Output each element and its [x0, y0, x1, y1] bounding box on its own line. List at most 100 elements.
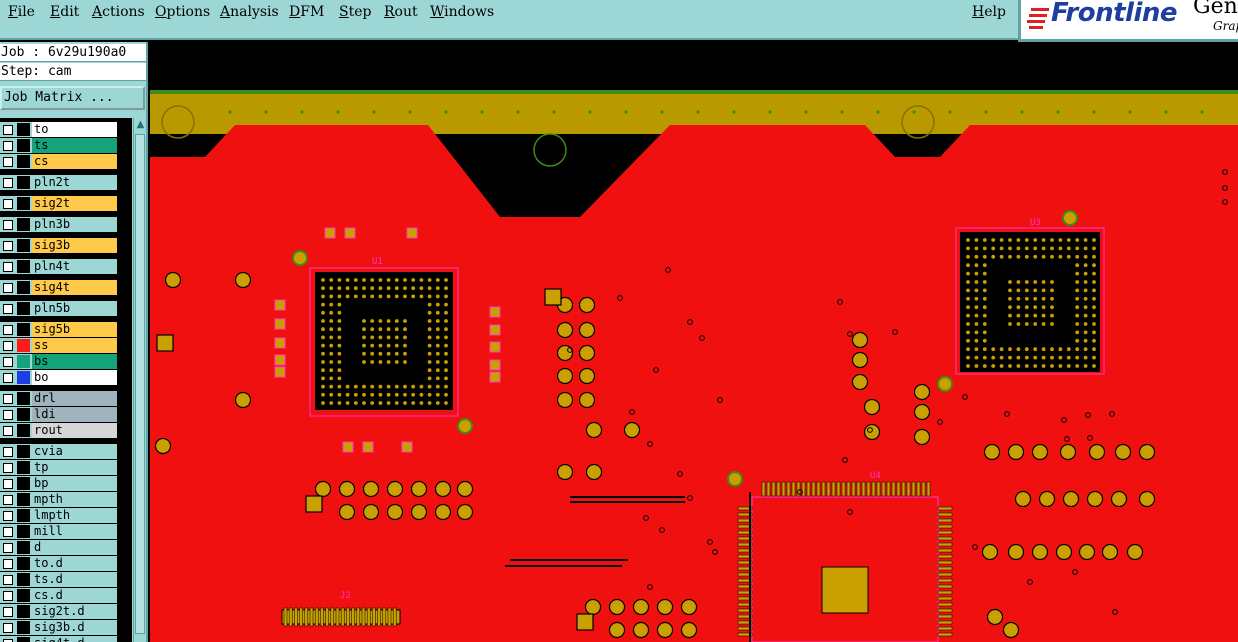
- layer-row[interactable]: sig4t: [0, 280, 117, 295]
- layer-row[interactable]: ldi: [0, 407, 117, 422]
- pcb-board-view[interactable]: U1 U3 U4 J2: [150, 42, 1238, 642]
- menu-edit[interactable]: Edit: [50, 4, 79, 20]
- layer-checkbox[interactable]: [3, 141, 13, 151]
- layer-checkbox[interactable]: [3, 373, 13, 383]
- layer-checkbox[interactable]: [3, 527, 13, 537]
- layer-checkbox[interactable]: [3, 495, 13, 505]
- layer-color-swatch[interactable]: [17, 541, 30, 554]
- layer-checkbox[interactable]: [3, 575, 13, 585]
- job-matrix-button[interactable]: Job Matrix ...: [0, 86, 145, 110]
- layer-name[interactable]: ldi: [32, 407, 117, 422]
- layer-color-swatch[interactable]: [17, 355, 30, 368]
- layer-checkbox[interactable]: [3, 607, 13, 617]
- layer-color-swatch[interactable]: [17, 218, 30, 231]
- layer-color-swatch[interactable]: [17, 461, 30, 474]
- layer-row[interactable]: d: [0, 540, 117, 555]
- layer-row[interactable]: sig3b.d: [0, 620, 117, 635]
- layer-name[interactable]: cs: [32, 154, 117, 169]
- layer-color-swatch[interactable]: [17, 323, 30, 336]
- layer-row[interactable]: pln3b: [0, 217, 117, 232]
- layer-checkbox[interactable]: [3, 410, 13, 420]
- layer-name[interactable]: cvia: [32, 444, 117, 459]
- layer-checkbox[interactable]: [3, 220, 13, 230]
- layer-row[interactable]: cvia: [0, 444, 117, 459]
- layer-name[interactable]: sig2t: [32, 196, 117, 211]
- layer-name[interactable]: mill: [32, 524, 117, 539]
- layer-row[interactable]: sig4t.d: [0, 636, 117, 642]
- layer-checkbox[interactable]: [3, 304, 13, 314]
- layer-checkbox[interactable]: [3, 157, 13, 167]
- layer-row[interactable]: to: [0, 122, 117, 137]
- layer-name[interactable]: to: [32, 122, 117, 137]
- layer-row[interactable]: pln2t: [0, 175, 117, 190]
- layer-color-swatch[interactable]: [17, 139, 30, 152]
- layer-checkbox[interactable]: [3, 262, 13, 272]
- layer-name[interactable]: rout: [32, 423, 117, 438]
- scroll-up-arrow-icon[interactable]: ▲: [134, 118, 147, 132]
- layer-color-swatch[interactable]: [17, 392, 30, 405]
- layer-checkbox[interactable]: [3, 241, 13, 251]
- layer-row[interactable]: to.d: [0, 556, 117, 571]
- layer-color-swatch[interactable]: [17, 637, 30, 642]
- layer-color-swatch[interactable]: [17, 621, 30, 634]
- menu-file[interactable]: File: [8, 4, 35, 20]
- layer-checkbox[interactable]: [3, 341, 13, 351]
- menu-help[interactable]: Help: [972, 4, 1006, 20]
- layer-color-swatch[interactable]: [17, 509, 30, 522]
- layer-color-swatch[interactable]: [17, 281, 30, 294]
- layer-row[interactable]: ts.d: [0, 572, 117, 587]
- layer-color-swatch[interactable]: [17, 573, 30, 586]
- layer-checkbox[interactable]: [3, 591, 13, 601]
- layer-name[interactable]: pln4t: [32, 259, 117, 274]
- layer-name[interactable]: sig5b: [32, 322, 117, 337]
- layer-checkbox[interactable]: [3, 426, 13, 436]
- layer-checkbox[interactable]: [3, 623, 13, 633]
- layer-row[interactable]: tp: [0, 460, 117, 475]
- layer-color-swatch[interactable]: [17, 424, 30, 437]
- bga-u3[interactable]: [960, 232, 1100, 372]
- layer-name[interactable]: sig2t.d: [32, 604, 117, 619]
- layer-name[interactable]: ss: [32, 338, 117, 353]
- menu-windows[interactable]: Windows: [430, 4, 494, 20]
- layer-name[interactable]: sig4t: [32, 280, 117, 295]
- layer-row[interactable]: pln4t: [0, 259, 117, 274]
- layer-color-swatch[interactable]: [17, 525, 30, 538]
- layer-color-swatch[interactable]: [17, 408, 30, 421]
- layer-name[interactable]: bs: [32, 354, 117, 369]
- layer-row[interactable]: bs: [0, 354, 117, 369]
- layer-row[interactable]: cs.d: [0, 588, 117, 603]
- graphic-canvas[interactable]: U1 U3 U4 J2: [150, 42, 1238, 642]
- layer-name[interactable]: pln2t: [32, 175, 117, 190]
- layer-name[interactable]: ts: [32, 138, 117, 153]
- menu-step[interactable]: Step: [339, 4, 371, 20]
- menu-analysis[interactable]: Analysis: [220, 4, 279, 20]
- layer-color-swatch[interactable]: [17, 197, 30, 210]
- layer-checkbox[interactable]: [3, 199, 13, 209]
- layer-color-swatch[interactable]: [17, 302, 30, 315]
- layer-checkbox[interactable]: [3, 125, 13, 135]
- layer-name[interactable]: mpth: [32, 492, 117, 507]
- layer-name[interactable]: ts.d: [32, 572, 117, 587]
- menu-rout[interactable]: Rout: [384, 4, 418, 20]
- layer-color-swatch[interactable]: [17, 477, 30, 490]
- layer-checkbox[interactable]: [3, 283, 13, 293]
- layer-row[interactable]: sig3b: [0, 238, 117, 253]
- layer-checkbox[interactable]: [3, 447, 13, 457]
- layer-name[interactable]: bo: [32, 370, 117, 385]
- layer-row[interactable]: bp: [0, 476, 117, 491]
- layer-checkbox[interactable]: [3, 559, 13, 569]
- layer-name[interactable]: to.d: [32, 556, 117, 571]
- bga-u1[interactable]: [315, 272, 453, 410]
- layer-row[interactable]: pln5b: [0, 301, 117, 316]
- layer-checkbox[interactable]: [3, 479, 13, 489]
- layer-color-swatch[interactable]: [17, 155, 30, 168]
- layer-row[interactable]: sig2t: [0, 196, 117, 211]
- layer-name[interactable]: bp: [32, 476, 117, 491]
- layer-name[interactable]: sig3b.d: [32, 620, 117, 635]
- layer-row[interactable]: sig5b: [0, 322, 117, 337]
- layer-row[interactable]: ts: [0, 138, 117, 153]
- layer-color-swatch[interactable]: [17, 260, 30, 273]
- layer-color-swatch[interactable]: [17, 371, 30, 384]
- layer-checkbox[interactable]: [3, 463, 13, 473]
- layer-row[interactable]: cs: [0, 154, 117, 169]
